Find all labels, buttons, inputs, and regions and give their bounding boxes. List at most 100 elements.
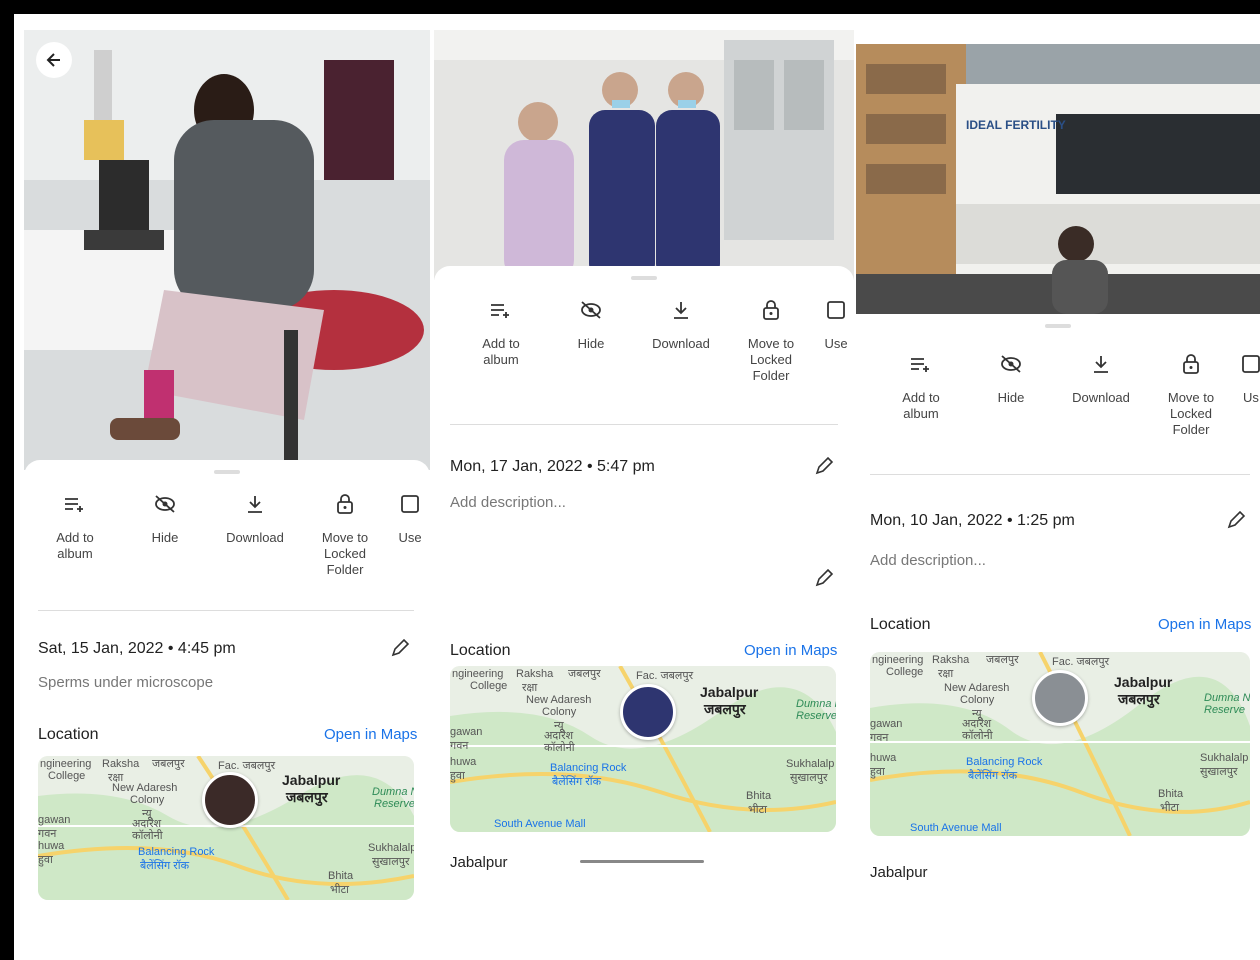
use-as-button[interactable]: Use <box>390 490 430 578</box>
pencil-icon <box>815 456 834 475</box>
photo-datetime: Mon, 10 Jan, 2022 • 1:25 pm <box>870 512 1075 529</box>
info-sheet: Add to album Hide Download Move to Locke… <box>434 266 854 930</box>
location-heading: Location <box>38 726 99 743</box>
location-map[interactable]: ngineering College Raksha रक्षा जबलपुर F… <box>870 652 1250 836</box>
map-label: जबलपुर <box>568 668 601 680</box>
map-label: जबलपुर <box>986 654 1019 666</box>
pencil-icon <box>391 638 410 657</box>
map-label: हुवा <box>38 854 53 866</box>
move-to-locked-folder-button[interactable]: Move to Locked Folder <box>1146 350 1236 438</box>
hide-button[interactable]: Hide <box>546 296 636 384</box>
download-button[interactable]: Download <box>636 296 726 384</box>
download-button[interactable]: Download <box>1056 350 1146 438</box>
edit-datetime-button[interactable] <box>814 456 834 481</box>
map-label: भीटा <box>1160 802 1179 814</box>
map-label: New Adaresh <box>944 682 1010 694</box>
map-label: huwa <box>870 752 897 764</box>
description-field[interactable]: Add description... <box>870 552 986 569</box>
map-city-label: Jabalpur <box>1114 674 1173 690</box>
sheet-handle[interactable] <box>1045 324 1071 328</box>
eye-off-icon <box>999 350 1023 378</box>
action-label: Download <box>226 530 284 545</box>
map-label: सुखालपुर <box>372 856 410 868</box>
arrow-left-icon <box>46 53 60 67</box>
pencil-icon <box>1227 510 1246 529</box>
location-heading: Location <box>450 642 511 659</box>
map-label: Reserve <box>796 710 836 722</box>
download-icon <box>1091 350 1111 378</box>
action-label: Move to Locked Folder <box>321 530 369 577</box>
map-label: जबलपुर <box>152 758 185 770</box>
hide-button[interactable]: Hide <box>966 350 1056 438</box>
map-label: Fac. जबलपुर <box>636 670 694 682</box>
download-icon <box>245 490 265 518</box>
move-to-locked-folder-button[interactable]: Move to Locked Folder <box>726 296 816 384</box>
description-field[interactable]: Add description... <box>450 494 566 511</box>
map-city-label: जबलपुर <box>286 789 328 805</box>
divider <box>870 474 1250 475</box>
map-label: gawan <box>450 726 483 738</box>
screenshot-collage: Add to album Hide Download Move to Locke… <box>14 14 1260 960</box>
map-label: Dumna N <box>1204 692 1250 704</box>
photo-three-people <box>434 30 854 280</box>
map-label: Reserve <box>1204 704 1245 716</box>
use-as-button[interactable]: Use <box>816 296 854 384</box>
map-label: Colony <box>960 694 995 706</box>
move-to-locked-folder-button[interactable]: Move to Locked Folder <box>300 490 390 578</box>
map-label: कॉलोनी <box>132 830 163 842</box>
action-label: Add to album <box>902 390 940 421</box>
map-label: कॉलोनी <box>962 730 993 742</box>
map-poi-label: Balancing Rock <box>966 756 1043 768</box>
map-poi-label: बैलेंसिंग रॉक <box>968 770 1018 782</box>
map-label: College <box>48 770 86 782</box>
open-in-icon <box>1241 350 1260 378</box>
open-in-maps-link[interactable]: Open in Maps <box>1158 616 1251 633</box>
location-heading: Location <box>870 616 931 633</box>
action-label: Us <box>1243 390 1259 405</box>
location-map[interactable]: ngineering College Raksha रक्षा जबलपुर F… <box>450 666 836 832</box>
hide-button[interactable]: Hide <box>120 490 210 578</box>
gesture-nav-bar[interactable] <box>580 860 704 863</box>
download-button[interactable]: Download <box>210 490 300 578</box>
action-label: Download <box>1072 390 1130 405</box>
photo-datetime: Mon, 17 Jan, 2022 • 5:47 pm <box>450 458 655 475</box>
map-label: Dumna N <box>796 698 836 710</box>
map-label: सुखालपुर <box>790 772 828 784</box>
edit-datetime-button[interactable] <box>390 638 410 663</box>
open-in-maps-link[interactable]: Open in Maps <box>324 726 417 743</box>
open-in-icon <box>826 296 846 324</box>
back-button[interactable] <box>36 42 72 78</box>
add-to-album-button[interactable]: Add to album <box>456 296 546 384</box>
photo-location-avatar <box>1032 670 1088 726</box>
use-as-button[interactable]: Us <box>1236 350 1260 438</box>
map-label: सुखालपुर <box>1200 766 1238 778</box>
description-field[interactable]: Sperms under microscope <box>38 674 213 691</box>
edit-description-button[interactable] <box>814 568 834 593</box>
map-label: गवन <box>450 740 469 752</box>
add-to-album-button[interactable]: Add to album <box>876 350 966 438</box>
add-to-album-button[interactable]: Add to album <box>30 490 120 578</box>
map-label: College <box>470 680 508 692</box>
action-row: Add to album Hide Download Move to Locke… <box>30 490 430 578</box>
photo-datetime: Sat, 15 Jan, 2022 • 4:45 pm <box>38 640 236 657</box>
sheet-handle[interactable] <box>214 470 240 474</box>
action-label: Use <box>398 530 422 545</box>
map-label: कॉलोनी <box>544 742 575 754</box>
sheet-handle[interactable] <box>631 276 657 280</box>
map-label: ngineering <box>452 668 504 680</box>
edit-datetime-button[interactable] <box>1226 510 1246 535</box>
map-label: भीटा <box>748 804 767 816</box>
photo-microscope <box>24 30 430 470</box>
playlist-add-icon <box>910 350 932 378</box>
pencil-icon <box>815 568 834 587</box>
open-in-maps-link[interactable]: Open in Maps <box>744 642 837 659</box>
action-label: Move to Locked Folder <box>1167 390 1215 437</box>
map-label: Sukhalalp <box>1200 752 1249 764</box>
map-label: रक्षा <box>522 682 538 694</box>
map-label: रक्षा <box>938 668 954 680</box>
location-map[interactable]: ngineering College Raksha रक्षा जबलपुर F… <box>38 756 414 900</box>
map-label: Colony <box>542 706 577 718</box>
eye-off-icon <box>579 296 603 324</box>
map-city-label: Jabalpur <box>282 772 341 788</box>
download-icon <box>671 296 691 324</box>
